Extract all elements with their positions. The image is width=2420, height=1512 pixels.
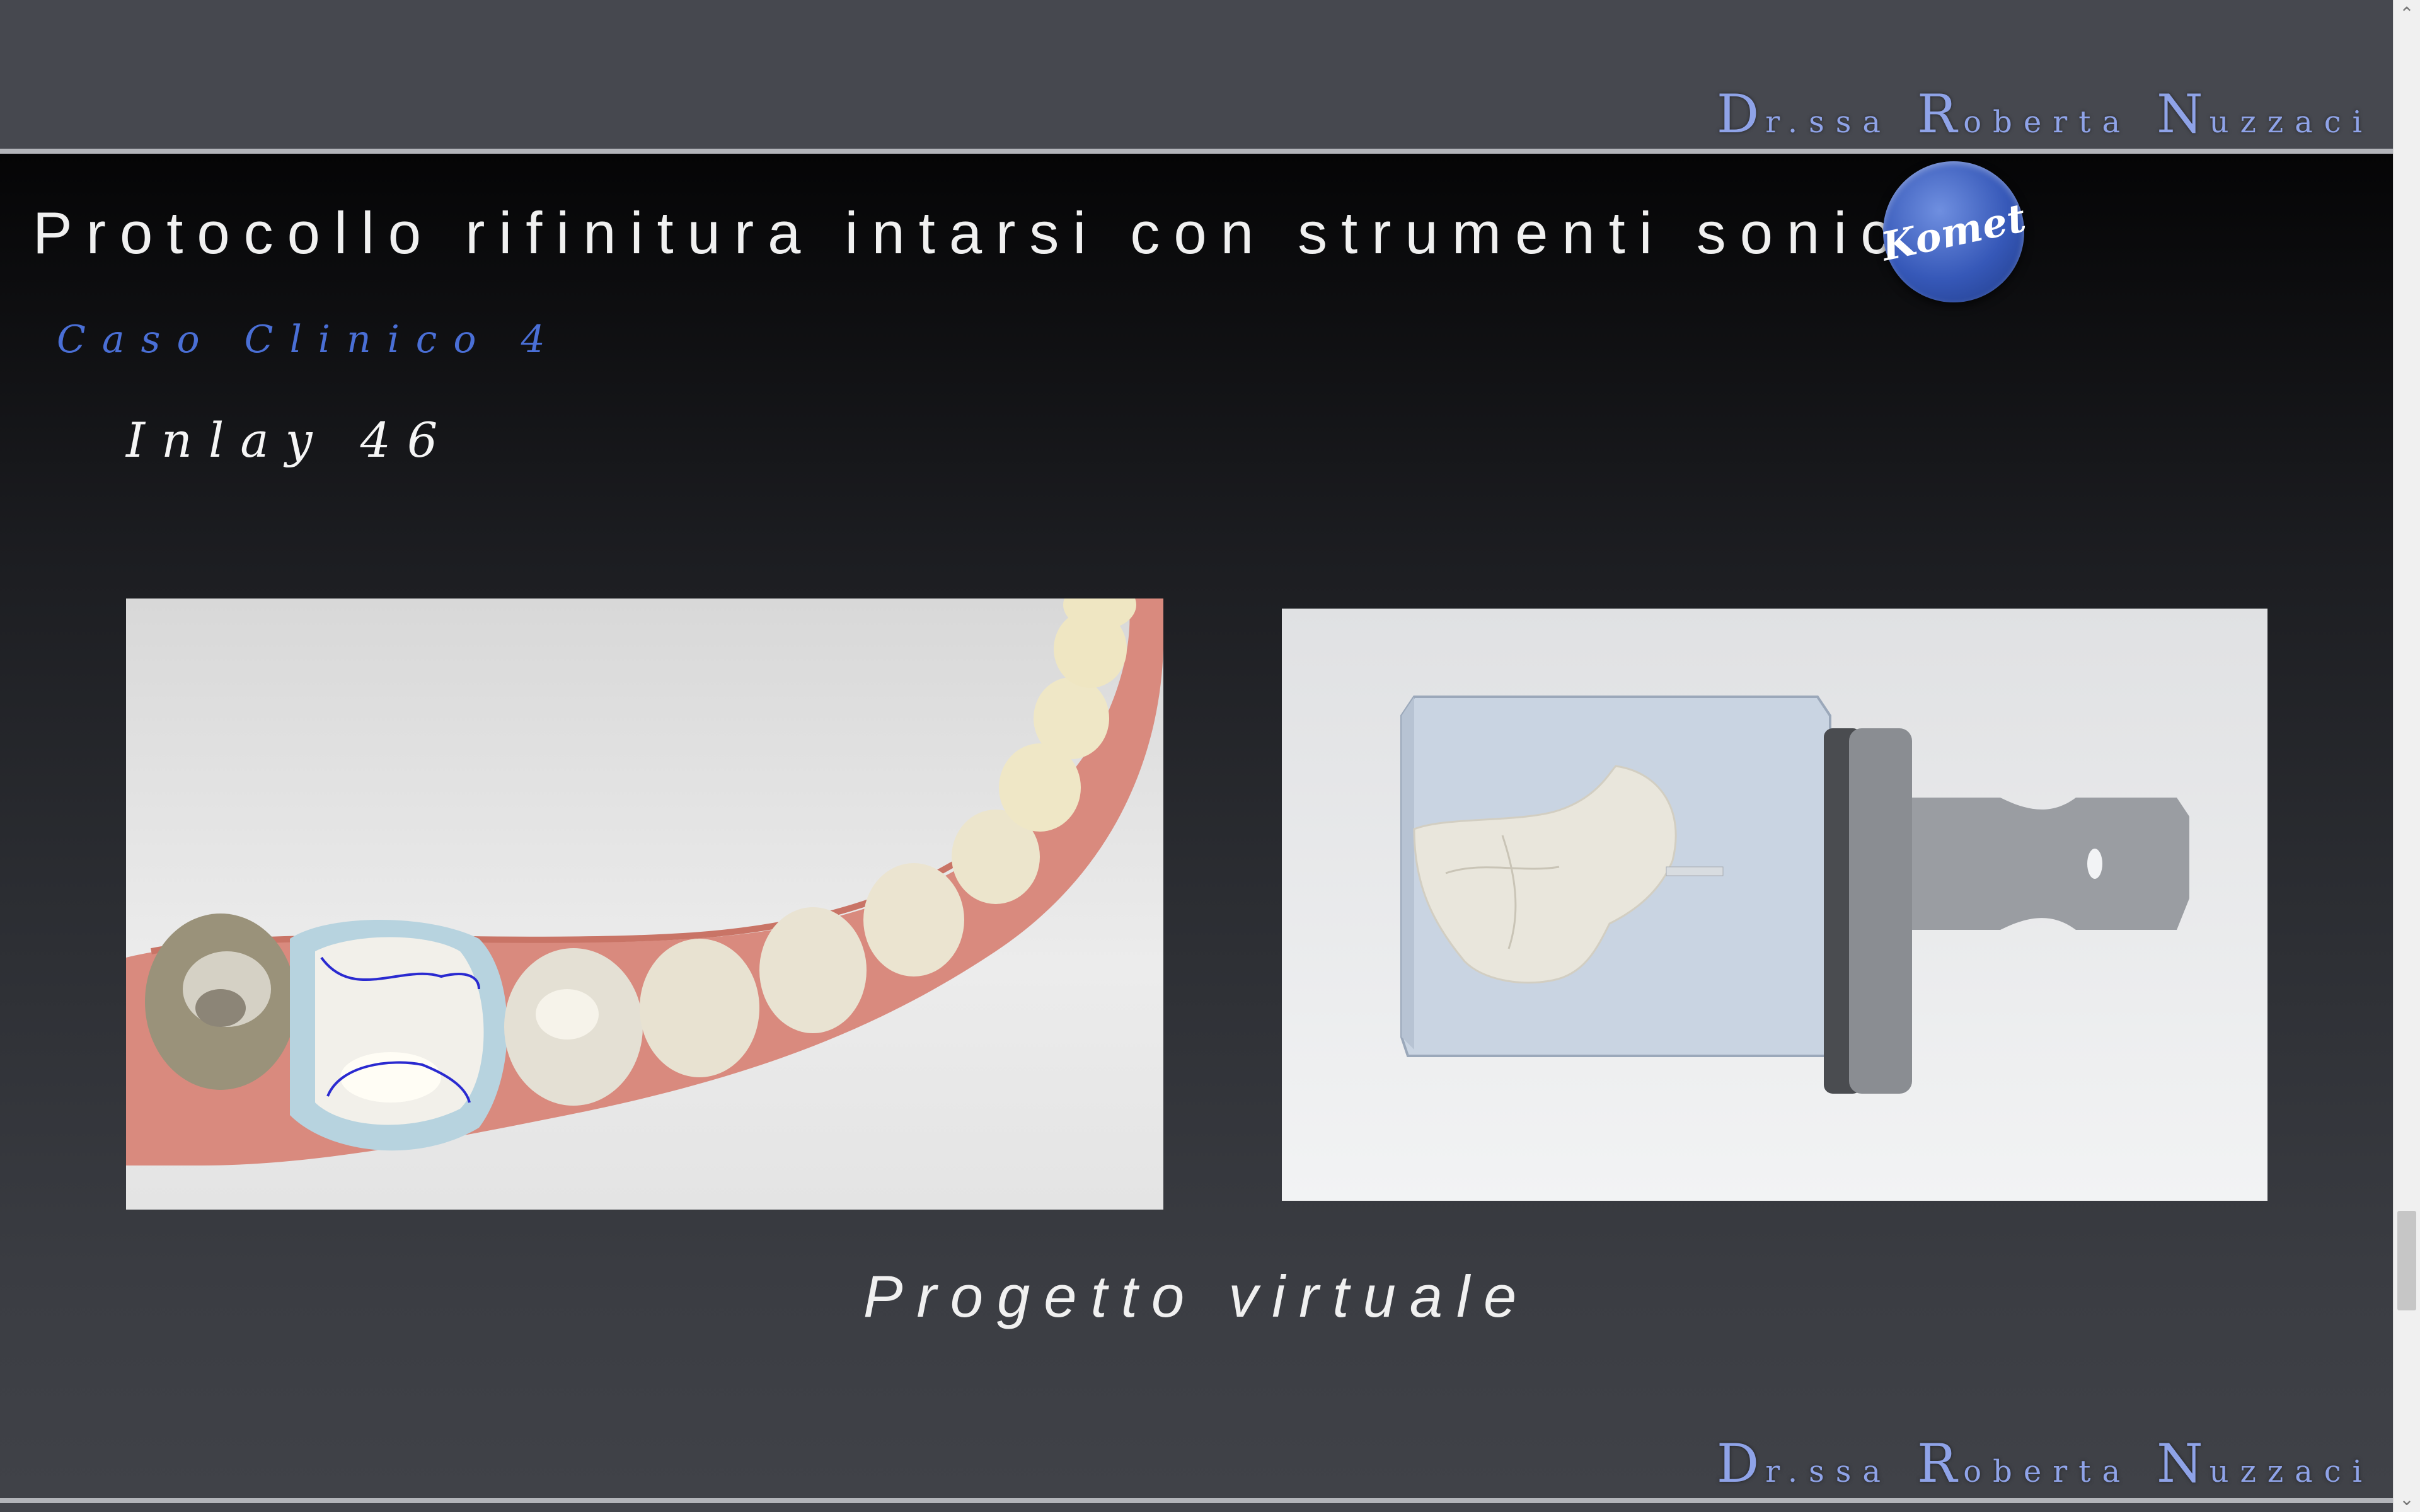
milling-block-image [1282, 609, 2267, 1201]
author-initial-1: D [1716, 83, 1766, 145]
author-part-2: oberta [1963, 105, 2132, 140]
vertical-scrollbar[interactable]: ⌃ ⌄ [2393, 0, 2420, 1512]
author-part-2: oberta [1963, 1454, 2132, 1489]
divider-bottom [0, 1498, 2394, 1503]
case-label: Caso Clinico 4 [57, 318, 562, 362]
komet-logo: Komet [1877, 161, 2030, 302]
author-initial-3: N [2157, 1433, 2210, 1494]
chevron-up-icon[interactable]: ⌃ [2394, 0, 2420, 26]
chevron-down-icon[interactable]: ⌄ [2394, 1486, 2420, 1512]
author-signature-top: D r.ssa R oberta N uzzaci [1717, 83, 2373, 145]
author-signature-bottom: D r.ssa R oberta N uzzaci [1717, 1433, 2373, 1494]
inlay-subtitle: Inlay 46 [126, 412, 454, 468]
author-initial-2: R [1917, 1433, 1964, 1494]
slide-caption: Progetto virtuale [863, 1263, 1531, 1329]
slide-title: Protocollo rifinitura intarsi con strume… [33, 200, 1932, 266]
author-initial-2: R [1917, 83, 1964, 145]
dental-arch-scan-image [126, 598, 1163, 1210]
slide: Protocollo rifinitura intarsi con strume… [0, 154, 2394, 1498]
author-part-3: uzzaci [2209, 1454, 2373, 1489]
milling-block-icon [1400, 696, 2189, 1094]
author-initial-3: N [2157, 83, 2210, 145]
author-part-1: r.ssa [1765, 105, 1893, 140]
divider-top [0, 149, 2394, 154]
author-part-3: uzzaci [2209, 105, 2373, 140]
logo-text: Komet [1877, 194, 2031, 270]
author-initial-1: D [1716, 1433, 1766, 1494]
dental-arch-icon [126, 598, 1163, 1166]
author-part-1: r.ssa [1765, 1454, 1893, 1489]
scrollbar-thumb[interactable] [2397, 1211, 2416, 1310]
